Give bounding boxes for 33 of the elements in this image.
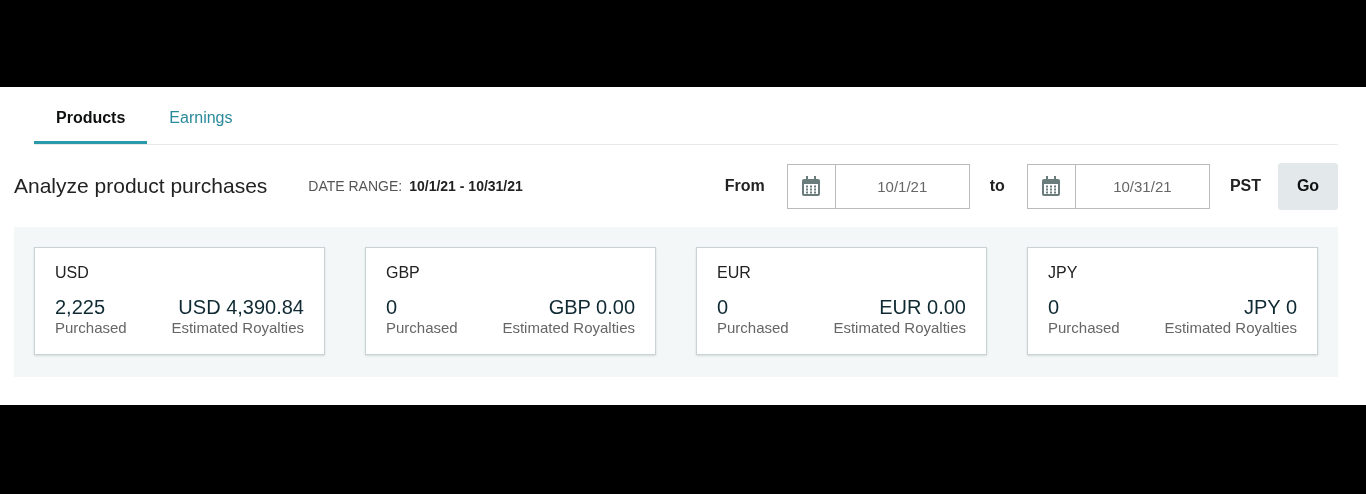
- calendar-icon: [801, 175, 822, 197]
- timezone-label: PST: [1229, 177, 1261, 195]
- royalties-amount: USD 4,390.84: [178, 296, 304, 319]
- purchased-label: Purchased: [55, 319, 127, 336]
- royalties-amount: GBP 0.00: [548, 296, 635, 319]
- page-title: Analyze product purchases: [14, 174, 268, 198]
- currency-code: GBP: [386, 264, 421, 282]
- currency-code: USD: [55, 264, 90, 282]
- from-label: From: [724, 177, 765, 195]
- to-label: to: [989, 177, 1005, 195]
- calendar-icon: [1041, 175, 1062, 197]
- royalties-amount: EUR 0.00: [879, 296, 966, 319]
- from-date-field[interactable]: 10/1/21: [786, 163, 970, 209]
- date-range-label: DATE RANGE:: [308, 178, 403, 194]
- purchased-count: 0: [1048, 296, 1060, 319]
- purchased-label: Purchased: [717, 319, 789, 336]
- royalties-amount: JPY 0: [1244, 296, 1297, 319]
- currency-code: EUR: [717, 264, 752, 282]
- purchased-count: 0: [386, 296, 398, 319]
- go-button[interactable]: Go: [1278, 162, 1338, 210]
- tab[interactable]: Earnings: [147, 109, 255, 144]
- royalties-label: Estimated Royalties: [833, 319, 966, 336]
- purchased-count: 0: [717, 296, 729, 319]
- royalties-label: Estimated Royalties: [502, 319, 635, 336]
- royalties-label: Estimated Royalties: [1164, 319, 1297, 336]
- royalties-label: Estimated Royalties: [171, 319, 304, 336]
- to-date-field[interactable]: 10/31/21: [1026, 163, 1210, 209]
- currency-code: JPY: [1048, 264, 1079, 282]
- purchased-count: 2,225: [55, 296, 106, 319]
- purchased-label: Purchased: [1048, 319, 1120, 336]
- purchased-label: Purchased: [386, 319, 458, 336]
- date-range-value: 10/1/21 - 10/31/21: [409, 178, 523, 194]
- tab[interactable]: Products: [34, 109, 148, 144]
